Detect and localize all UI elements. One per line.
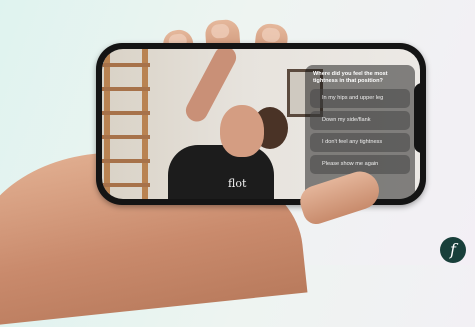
ladder-rung (102, 159, 150, 163)
phone-notch (414, 83, 426, 153)
ladder-rung (102, 63, 150, 67)
person-head (220, 105, 264, 157)
brand-logo: f (440, 237, 466, 263)
option-no-tightness[interactable]: I don't feel any tightness (310, 132, 410, 152)
person-torso (168, 145, 274, 199)
promo-scene: flot Where did you feel the most tightne… (0, 0, 475, 327)
ladder-rung (102, 111, 150, 115)
ladder-rung (102, 135, 150, 139)
ladder-rung (102, 183, 150, 187)
shirt-logo: flot (228, 177, 247, 190)
ladder-rail (142, 49, 148, 199)
fingernail (210, 23, 230, 39)
fingernail (261, 27, 281, 43)
option-side[interactable]: Down my side/flank (310, 110, 410, 130)
ladder-rail (104, 49, 110, 199)
question-text: Where did you feel the most tightness in… (313, 71, 388, 84)
ladder-rung (102, 87, 150, 91)
wall-bars (102, 49, 150, 199)
option-hips[interactable]: In my hips and upper leg (310, 88, 410, 108)
